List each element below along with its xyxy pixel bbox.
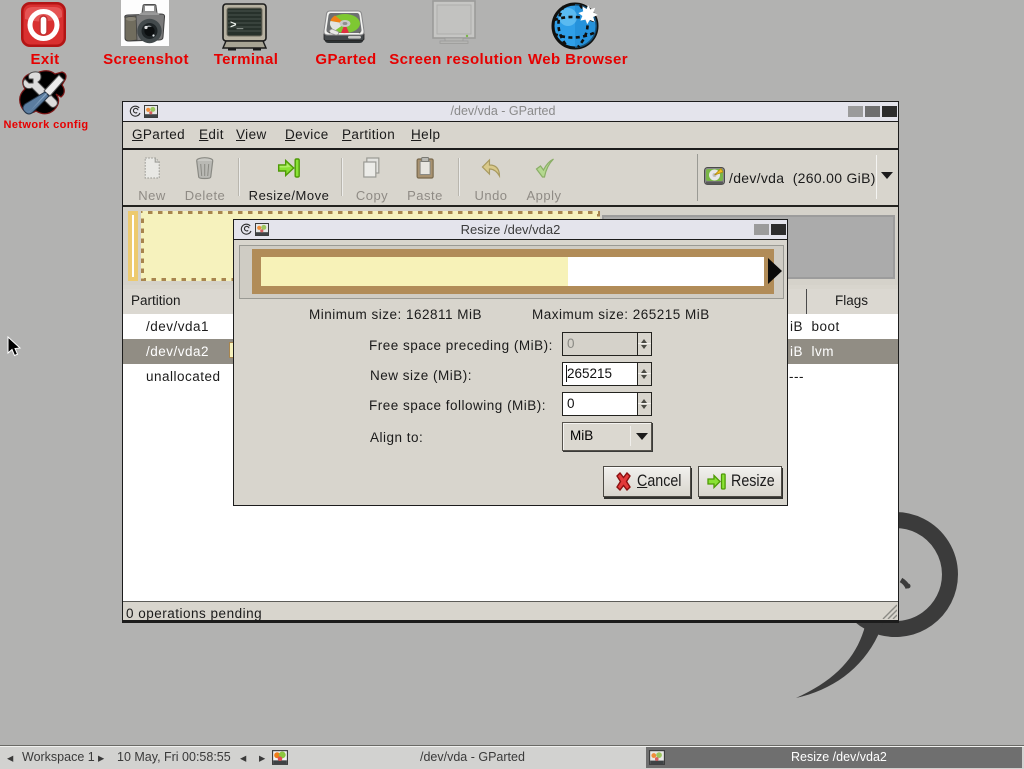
svg-text:>_: >_ (230, 20, 244, 32)
